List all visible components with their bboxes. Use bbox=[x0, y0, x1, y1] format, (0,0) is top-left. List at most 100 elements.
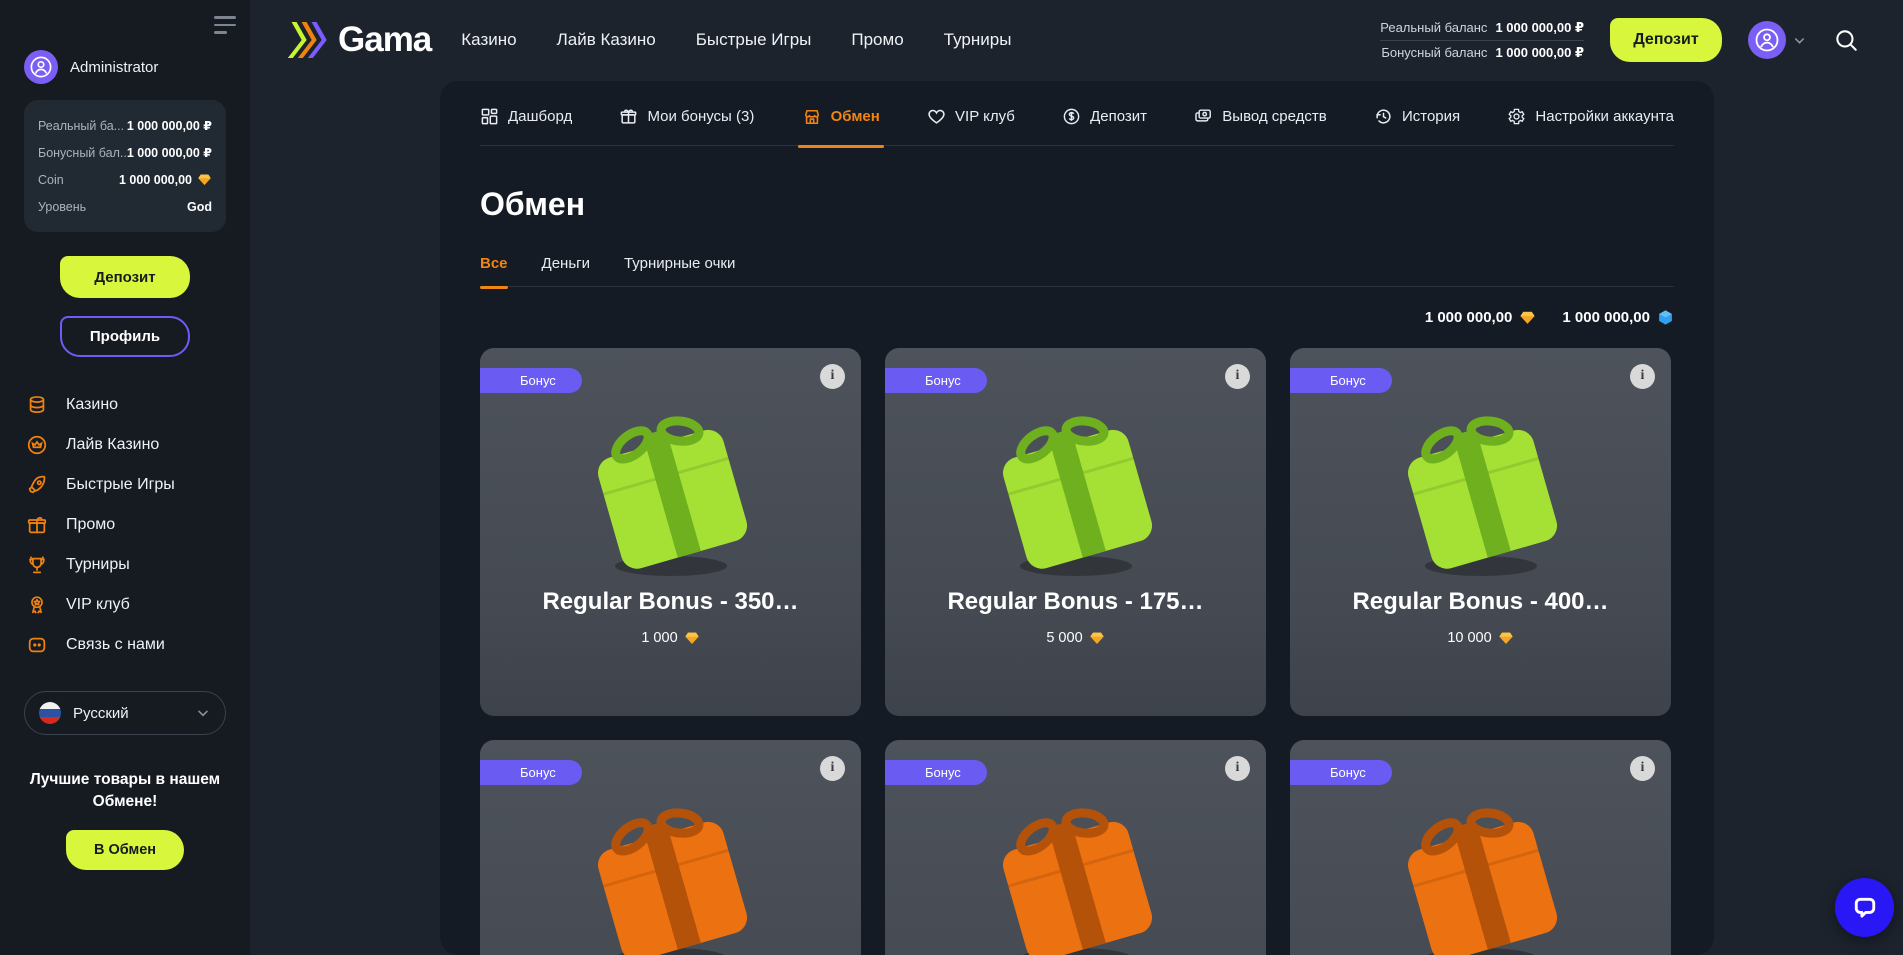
stat-real-balance: Реальный ба... 1 000 000,00 ₽ bbox=[38, 112, 212, 139]
heart-icon bbox=[927, 107, 946, 126]
coin-balance: 1 000 000,00 bbox=[1425, 309, 1537, 326]
tab-vip-club[interactable]: VIP клуб bbox=[927, 107, 1015, 126]
stat-bonus-balance: Бонусный бал... 1 000 000,00 ₽ bbox=[38, 139, 212, 166]
bonus-badge: Бонус bbox=[885, 368, 987, 393]
live-chat-button[interactable] bbox=[1835, 878, 1894, 937]
tab-dashboard[interactable]: Дашборд bbox=[480, 107, 572, 126]
bonus-title: Regular Bonus - 175… bbox=[885, 588, 1266, 616]
sidebar-item-live-casino[interactable]: Лайв Казино bbox=[24, 425, 226, 465]
stat-coin: Coin 1 000 000,00 bbox=[38, 166, 212, 193]
filter-tournament-points[interactable]: Турнирные очки bbox=[624, 255, 735, 272]
header-balances: Реальный баланс 1 000 000,00 ₽ Бонусный … bbox=[1380, 16, 1584, 65]
header-user-menu[interactable] bbox=[1748, 21, 1807, 59]
gift-icon bbox=[24, 514, 50, 536]
sidebar-item-casino[interactable]: Казино bbox=[24, 385, 226, 425]
info-icon[interactable]: i bbox=[1630, 756, 1655, 781]
medal-icon bbox=[24, 594, 50, 616]
bonus-badge: Бонус bbox=[885, 760, 987, 785]
dashboard-icon bbox=[480, 107, 499, 126]
brand-logo[interactable]: Gama bbox=[288, 18, 431, 62]
search-button[interactable] bbox=[1833, 27, 1859, 53]
header-deposit-button[interactable]: Депозит bbox=[1610, 18, 1722, 62]
language-select[interactable]: Русский bbox=[24, 691, 226, 735]
chat-icon bbox=[24, 634, 50, 656]
gift-image-orange bbox=[1290, 796, 1671, 955]
gem-blue-icon bbox=[1657, 309, 1674, 326]
tab-deposit[interactable]: Депозит bbox=[1062, 107, 1147, 126]
tab-withdraw[interactable]: Вывод средств bbox=[1194, 107, 1326, 126]
info-icon[interactable]: i bbox=[1225, 756, 1250, 781]
header-right: Реальный баланс 1 000 000,00 ₽ Бонусный … bbox=[1380, 16, 1859, 65]
bonus-price: 10 000 bbox=[1290, 630, 1671, 646]
main-nav: Казино Лайв Казино Быстрые Игры Промо Ту… bbox=[461, 30, 1011, 50]
gem-orange-icon bbox=[1498, 630, 1514, 646]
top-header: Gama Казино Лайв Казино Быстрые Игры Про… bbox=[250, 0, 1903, 81]
bonus-card[interactable]: Бонус i bbox=[1290, 740, 1671, 955]
info-icon[interactable]: i bbox=[1630, 364, 1655, 389]
info-icon[interactable]: i bbox=[1225, 364, 1250, 389]
gem-orange-icon bbox=[684, 630, 700, 646]
bonus-balance-row: Бонусный баланс 1 000 000,00 ₽ bbox=[1380, 40, 1584, 65]
bonus-card[interactable]: Бонус i Regular bbox=[480, 348, 861, 716]
sidebar-user[interactable]: Administrator bbox=[24, 50, 226, 84]
coin-dollar-icon bbox=[1062, 107, 1081, 126]
filter-money[interactable]: Деньги bbox=[542, 255, 590, 272]
stat-level: Уровень God bbox=[38, 193, 212, 220]
nav-tournaments[interactable]: Турниры bbox=[944, 30, 1012, 50]
sidebar-item-contact[interactable]: Связь с нами bbox=[24, 625, 226, 665]
gift-image-orange bbox=[480, 796, 861, 955]
bonus-price: 5 000 bbox=[885, 630, 1266, 646]
nav-promo[interactable]: Промо bbox=[851, 30, 903, 50]
tab-account-settings[interactable]: Настройки аккаунта bbox=[1507, 107, 1674, 126]
filter-all[interactable]: Все bbox=[480, 255, 508, 272]
bonus-badge: Бонус bbox=[1290, 368, 1392, 393]
bonus-badge: Бонус bbox=[480, 368, 582, 393]
info-icon[interactable]: i bbox=[820, 364, 845, 389]
gift-image-green bbox=[885, 404, 1266, 582]
points-balance: 1 000 000,00 bbox=[1562, 309, 1674, 326]
bonus-title: Regular Bonus - 350… bbox=[480, 588, 861, 616]
page-title: Обмен bbox=[480, 186, 1674, 223]
nav-fast-games[interactable]: Быстрые Игры bbox=[696, 30, 812, 50]
hamburger-menu-icon[interactable] bbox=[214, 16, 236, 39]
sidebar-item-fast-games[interactable]: Быстрые Игры bbox=[24, 465, 226, 505]
sidebar-menu: Казино Лайв Казино Быстрые Игры bbox=[24, 385, 226, 665]
bonus-card[interactable]: Бонус i bbox=[480, 740, 861, 955]
info-icon[interactable]: i bbox=[820, 756, 845, 781]
sidebar: Administrator Реальный ба... 1 000 000,0… bbox=[0, 0, 250, 955]
rocket-icon bbox=[24, 474, 50, 496]
avatar bbox=[1748, 21, 1786, 59]
tab-history[interactable]: История bbox=[1374, 107, 1460, 126]
gift-image-green bbox=[1290, 404, 1671, 582]
tab-exchange[interactable]: Обмен bbox=[802, 107, 880, 127]
user-icon bbox=[1755, 28, 1779, 52]
real-balance-row: Реальный баланс 1 000 000,00 ₽ bbox=[1380, 16, 1584, 40]
avatar bbox=[24, 50, 58, 84]
exchange-filters: Все Деньги Турнирные очки bbox=[480, 255, 1674, 287]
balance-summary-card: Реальный ба... 1 000 000,00 ₽ Бонусный б… bbox=[24, 100, 226, 232]
nav-live-casino[interactable]: Лайв Казино bbox=[557, 30, 656, 50]
gift-icon bbox=[619, 107, 638, 126]
gem-orange-icon bbox=[1519, 309, 1536, 326]
gem-orange-icon bbox=[197, 172, 212, 187]
sidebar-item-promo[interactable]: Промо bbox=[24, 505, 226, 545]
bonus-card[interactable]: Бонус i bbox=[885, 740, 1266, 955]
tab-my-bonuses[interactable]: Мои бонусы (3) bbox=[619, 107, 754, 126]
gear-icon bbox=[1507, 107, 1526, 126]
sidebar-item-tournaments[interactable]: Турниры bbox=[24, 545, 226, 585]
user-name: Administrator bbox=[70, 59, 158, 76]
gift-image-orange bbox=[885, 796, 1266, 955]
live-casino-icon bbox=[24, 434, 50, 456]
main-area: Gama Казино Лайв Казино Быстрые Игры Про… bbox=[250, 0, 1903, 955]
history-icon bbox=[1374, 107, 1393, 126]
to-exchange-button[interactable]: В Обмен bbox=[66, 830, 184, 870]
sidebar-profile-button[interactable]: Профиль bbox=[60, 316, 190, 357]
bonus-card[interactable]: Бонус i Regular bbox=[1290, 348, 1671, 716]
bonus-badge: Бонус bbox=[480, 760, 582, 785]
search-icon bbox=[1833, 27, 1859, 53]
bonus-card[interactable]: Бонус i Regular bbox=[885, 348, 1266, 716]
nav-casino[interactable]: Казино bbox=[461, 30, 516, 50]
sidebar-deposit-button[interactable]: Депозит bbox=[60, 256, 190, 298]
sidebar-item-vip-club[interactable]: VIP клуб bbox=[24, 585, 226, 625]
bonus-title: Regular Bonus - 400… bbox=[1290, 588, 1671, 616]
